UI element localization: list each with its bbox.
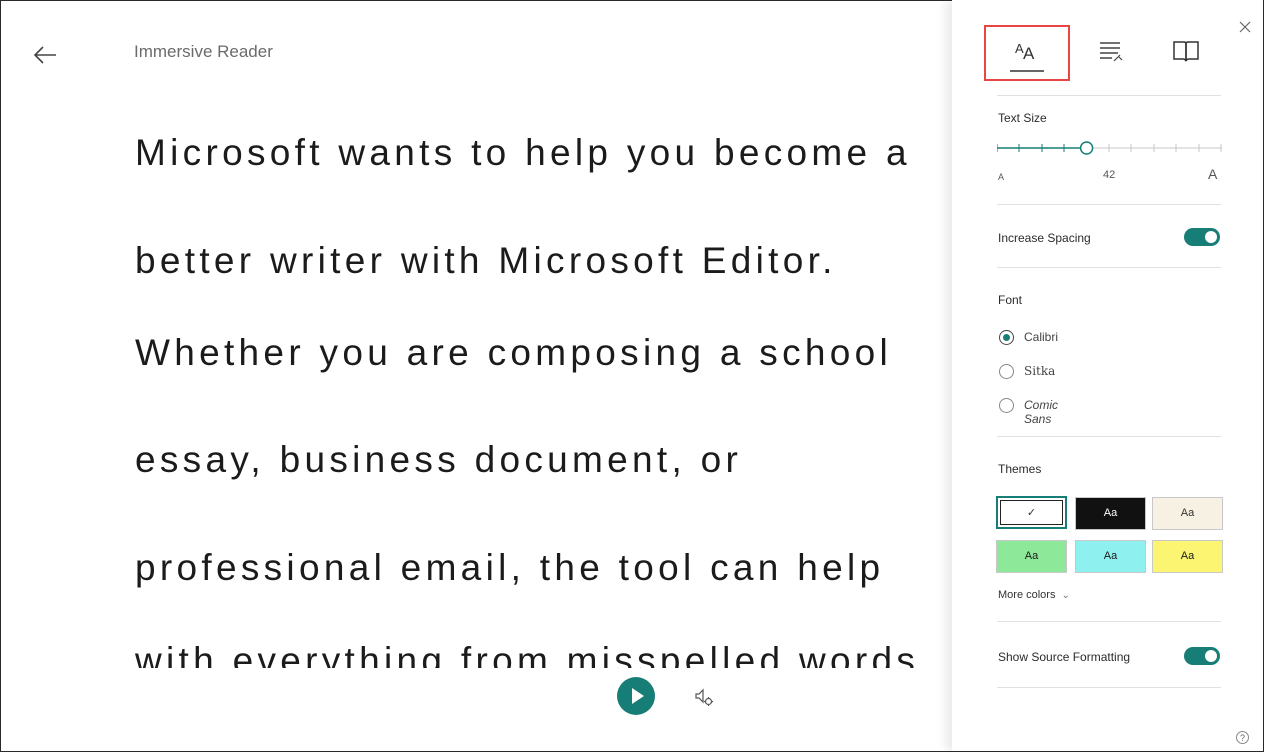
toggle-knob [1205, 231, 1217, 243]
radio-selected [999, 330, 1014, 345]
more-colors-label: More colors [998, 589, 1056, 601]
show-source-formatting-label: Show Source Formatting [998, 650, 1131, 664]
reader-line: professional email, the tool can help [135, 547, 885, 588]
svg-text:A: A [1023, 44, 1035, 63]
font-option-label: Sitka [1024, 364, 1056, 378]
increase-spacing-label: Increase Spacing [998, 231, 1091, 245]
theme-swatch-cyan[interactable]: Aa [1075, 540, 1146, 573]
text-size-large-label: A [1208, 166, 1218, 182]
swatch-label: Aa [1180, 550, 1195, 562]
theme-swatch-cream[interactable]: Aa [1152, 497, 1223, 530]
radio [999, 364, 1014, 379]
swatch-label: Aa [1180, 507, 1195, 519]
help-icon[interactable]: ? [1236, 731, 1249, 744]
swatch-check: ✓ [1026, 507, 1037, 519]
text-preferences-icon: A A [1010, 41, 1044, 72]
swatch-label: Aa [1103, 507, 1118, 519]
reader-content: Microsoft wants to help you become a bet… [0, 0, 952, 668]
tab-reading-preferences[interactable] [1158, 27, 1214, 79]
divider [997, 621, 1221, 622]
reader-line: better writer with Microsoft Editor. [135, 240, 837, 281]
play-icon [632, 688, 644, 704]
back-arrow-icon[interactable] [30, 40, 60, 70]
app-title: Immersive Reader [134, 42, 273, 61]
increase-spacing-toggle[interactable] [1184, 228, 1220, 246]
more-colors-button[interactable]: More colors ⌄ [998, 589, 1070, 601]
theme-swatch-white[interactable]: ✓ [996, 496, 1067, 529]
text-size-small-label: A [998, 172, 1005, 182]
tab-text-preferences[interactable]: A A [984, 25, 1070, 81]
divider [997, 687, 1221, 688]
font-option-label: Comic Sans [1024, 398, 1059, 426]
reader-line: with everything from misspelled words [135, 640, 920, 668]
reading-preferences-icon [1173, 41, 1199, 62]
swatch-label: Aa [1103, 550, 1118, 562]
theme-swatch-green[interactable]: Aa [996, 540, 1067, 573]
toggle-knob [1205, 650, 1217, 662]
grammar-options-icon [1100, 42, 1123, 62]
text-size-slider[interactable] [996, 138, 1222, 158]
swatch-label: Aa [1024, 550, 1039, 562]
divider [997, 204, 1221, 205]
tab-grammar-options[interactable] [1082, 27, 1138, 79]
reader-line: essay, business document, or [135, 439, 743, 480]
divider [997, 95, 1221, 96]
chevron-down-icon: ⌄ [1061, 590, 1070, 601]
theme-swatch-black[interactable]: Aa [1075, 497, 1146, 530]
text-size-label: Text Size [998, 111, 1047, 125]
show-source-formatting-toggle[interactable] [1184, 647, 1220, 665]
reader-line: Whether you are composing a school [135, 332, 893, 373]
text-size-value: 42 [1103, 169, 1116, 181]
reader-line: Microsoft wants to help you become a [135, 132, 911, 173]
font-option-label: Calibri [1024, 330, 1059, 344]
theme-swatch-yellow[interactable]: Aa [1152, 540, 1223, 573]
close-icon[interactable] [1236, 18, 1254, 36]
voice-settings-icon[interactable] [693, 686, 715, 708]
divider [997, 267, 1221, 268]
play-button[interactable] [617, 677, 655, 715]
divider [997, 436, 1221, 437]
font-label: Font [998, 293, 1023, 307]
radio [999, 398, 1014, 413]
themes-label: Themes [998, 462, 1042, 476]
